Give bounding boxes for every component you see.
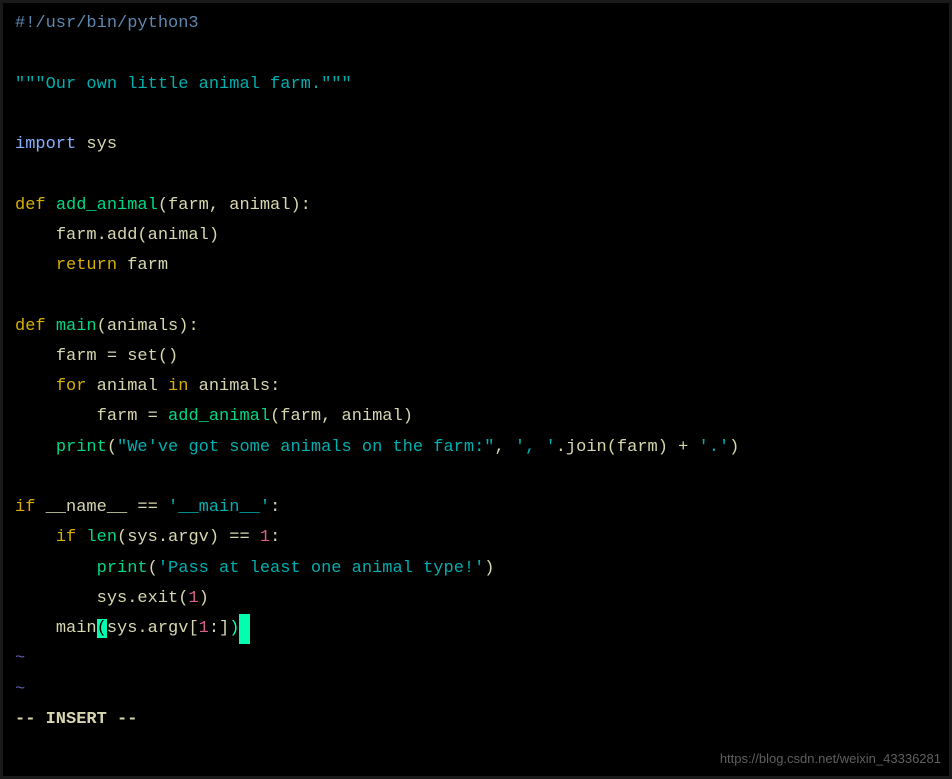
code-line: sys.exit(1) [15,584,937,614]
function-args: (farm, animal): [158,196,311,215]
colon: : [270,498,280,517]
dunder-name: __name__ [46,498,128,517]
def-keyword: def [15,317,46,336]
code-line: def main(animals): [15,312,937,342]
code-line: print("We've got some animals on the far… [15,433,937,463]
paren-match: ) [229,619,239,638]
string-literal: 'Pass at least one animal type!' [158,559,484,578]
blank-line [15,281,937,311]
number-literal: 1 [199,619,209,638]
import-keyword: import [15,135,76,154]
paren: ) [484,559,494,578]
code-line: farm.add(animal) [15,221,937,251]
docstring-text: Our own little animal farm. [46,75,321,94]
cursor [239,614,249,644]
return-value: farm [127,256,168,275]
statement: farm.add(animal) [56,226,219,245]
if-keyword: if [56,528,76,547]
blank-line [15,160,937,190]
colon: : [270,528,280,547]
code-line: if len(sys.argv) == 1: [15,523,937,553]
code-line: farm = add_animal(farm, animal) [15,402,937,432]
function-args: (animals): [97,317,199,336]
code-line: print('Pass at least one animal type!') [15,554,937,584]
for-iter: animals: [188,377,280,396]
function-name: main [56,317,97,336]
call-args: (farm, animal) [270,407,413,426]
code-line: for animal in animals: [15,372,937,402]
mode-indicator: -- INSERT -- [15,705,937,735]
code-line: import sys [15,130,937,160]
blank-line [15,39,937,69]
exit-call: sys.exit( [97,589,189,608]
len-call: len [86,528,117,547]
expr: .join(farm) + [556,438,699,457]
for-keyword: for [56,377,87,396]
docstring-quote: """ [321,75,352,94]
shebang: #!/usr/bin/python3 [15,14,199,33]
code-line: main(sys.argv[1:]) [15,614,937,644]
paren: ( [148,559,158,578]
return-keyword: return [56,256,117,275]
paren-match: ( [97,619,107,638]
slice-expr: :] [209,619,229,638]
operator: == [127,498,168,517]
comma: , [495,438,515,457]
paren: ) [199,589,209,608]
string-literal: ', ' [515,438,556,457]
assign: farm = [97,407,168,426]
watermark: https://blog.csdn.net/weixin_43336281 [720,747,941,770]
function-name: add_animal [56,196,158,215]
print-call: print [56,438,107,457]
code-line: farm = set() [15,342,937,372]
paren: ) [729,438,739,457]
string-literal: '__main__' [168,498,270,517]
module-name: sys [86,135,117,154]
string-literal: "We've got some animals on the farm:" [117,438,494,457]
blank-line [15,463,937,493]
blank-line [15,100,937,130]
expr: (sys.argv) == [117,528,260,547]
docstring-quote: """ [15,75,46,94]
function-call: add_animal [168,407,270,426]
code-line: #!/usr/bin/python3 [15,9,937,39]
tilde-line: ~ [15,675,937,705]
if-keyword: if [15,498,35,517]
code-line: return farm [15,251,937,281]
string-literal: '.' [699,438,730,457]
number-literal: 1 [188,589,198,608]
def-keyword: def [15,196,46,215]
code-line: if __name__ == '__main__': [15,493,937,523]
vim-editor[interactable]: #!/usr/bin/python3 """Our own little ani… [15,9,937,735]
code-line: def add_animal(farm, animal): [15,191,937,221]
statement: farm = set() [56,347,178,366]
tilde-line: ~ [15,644,937,674]
code-line: """Our own little animal farm.""" [15,70,937,100]
main-call: main [56,619,97,638]
slice-expr: sys.argv[ [107,619,199,638]
paren: ( [107,438,117,457]
number-literal: 1 [260,528,270,547]
for-var: animal [86,377,168,396]
in-keyword: in [168,377,188,396]
print-call: print [97,559,148,578]
